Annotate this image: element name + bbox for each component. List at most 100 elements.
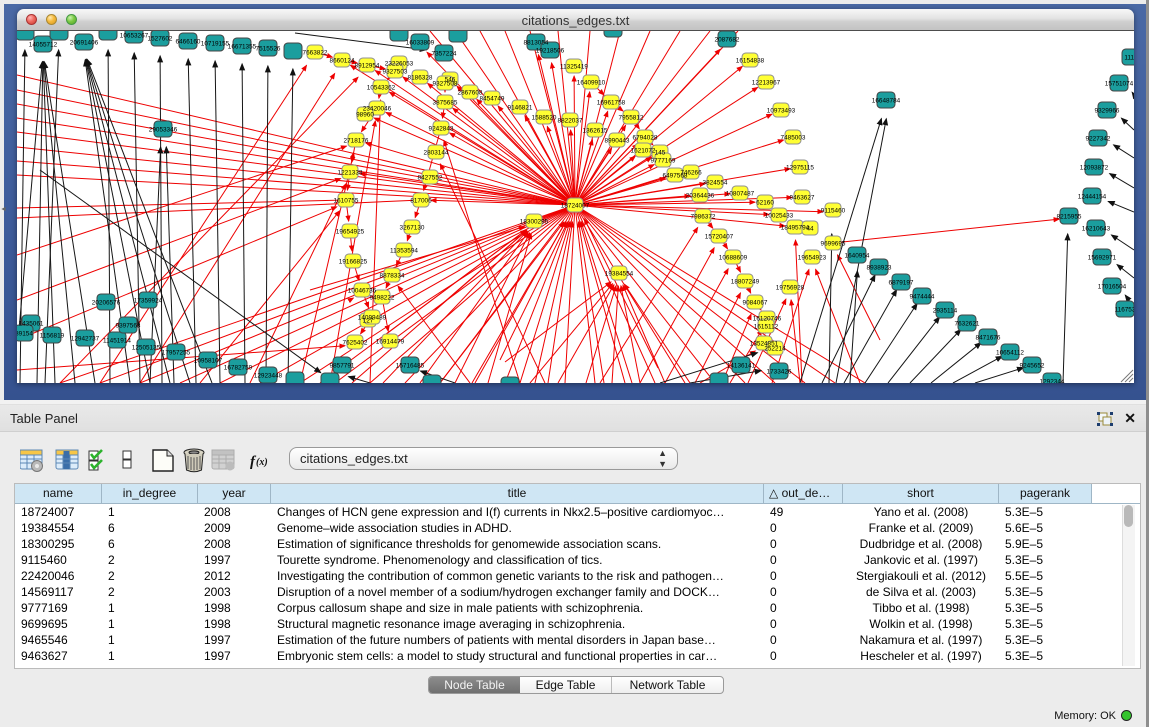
svg-text:3267130: 3267130 — [400, 225, 425, 232]
svg-text:16033809: 16033809 — [406, 40, 435, 47]
svg-text:16782759: 16782759 — [224, 365, 253, 372]
svg-text:9242843: 9242843 — [429, 126, 454, 133]
svg-text:17957255: 17957255 — [162, 350, 191, 357]
svg-text:19654925: 19654925 — [336, 229, 365, 236]
svg-text:9084067: 9084067 — [743, 300, 768, 307]
svg-text:14099489: 14099489 — [358, 315, 387, 322]
svg-text:8878334: 8878334 — [380, 273, 405, 280]
svg-text:20364436: 20364436 — [686, 193, 715, 200]
svg-text:7625402: 7625402 — [343, 340, 368, 347]
svg-text:7632621: 7632621 — [955, 321, 980, 328]
svg-text:2087682: 2087682 — [715, 37, 740, 44]
svg-text:7663822: 7663822 — [303, 50, 328, 57]
svg-text:19384554: 19384554 — [605, 271, 634, 278]
svg-text:18300295: 18300295 — [520, 219, 549, 226]
svg-text:19166825: 19166825 — [339, 259, 368, 266]
svg-text:145: 145 — [655, 150, 666, 157]
svg-text:12505135: 12505135 — [132, 345, 161, 352]
svg-text:16961758: 16961758 — [597, 100, 626, 107]
svg-text:9146821: 9146821 — [508, 105, 533, 112]
svg-text:7485003: 7485003 — [781, 135, 806, 142]
svg-text:14136141: 14136141 — [727, 363, 756, 370]
svg-text:44: 44 — [806, 226, 814, 233]
svg-text:1117: 1117 — [1124, 55, 1134, 62]
svg-text:8215955: 8215955 — [1057, 214, 1082, 221]
svg-text:9245652: 9245652 — [1020, 363, 1045, 370]
svg-text:2803144: 2803144 — [424, 150, 449, 157]
svg-text:16648784: 16648784 — [872, 98, 901, 105]
svg-text:1156819: 1156819 — [40, 333, 65, 340]
svg-text:7515526: 7515526 — [256, 46, 281, 53]
svg-text:18495794: 18495794 — [781, 225, 810, 232]
svg-text:11325419: 11325419 — [560, 64, 588, 71]
svg-text:18724007: 18724007 — [561, 203, 590, 210]
svg-text:1292344: 1292344 — [1040, 379, 1065, 384]
svg-text:16154838: 16154838 — [736, 58, 765, 65]
svg-text:15751074: 15751074 — [1105, 81, 1134, 88]
svg-text:10046736: 10046736 — [348, 288, 377, 295]
svg-text:10688609: 10688609 — [719, 255, 748, 262]
svg-text:252214: 252214 — [764, 346, 786, 353]
svg-text:15716485: 15716485 — [396, 363, 425, 370]
svg-text:9498222: 9498222 — [370, 295, 395, 302]
svg-text:1221338: 1221338 — [338, 170, 363, 177]
svg-text:(x): (x) — [256, 457, 268, 468]
svg-text:9777169: 9777169 — [651, 158, 676, 165]
svg-text:1621072: 1621072 — [631, 148, 656, 155]
svg-text:10654112: 10654112 — [996, 350, 1024, 357]
svg-text:16914479: 16914479 — [376, 339, 405, 346]
svg-text:12942737: 12942737 — [71, 336, 100, 343]
svg-text:7357224: 7357224 — [432, 51, 457, 58]
svg-text:8822037: 8822037 — [558, 118, 583, 125]
svg-text:10543362: 10543362 — [367, 85, 396, 92]
svg-text:9227342: 9227342 — [1086, 136, 1111, 143]
svg-text:116753: 116753 — [1115, 307, 1134, 314]
svg-text:9397568: 9397568 — [116, 323, 141, 330]
svg-text:29053346: 29053346 — [149, 127, 178, 134]
svg-text:8813054: 8813054 — [524, 40, 549, 47]
svg-text:8471676: 8471676 — [976, 335, 1001, 342]
svg-text:12093872: 12093872 — [1080, 165, 1109, 172]
svg-text:10653267: 10653267 — [120, 33, 149, 40]
svg-text:8427552: 8427552 — [418, 175, 443, 182]
svg-text:10807487: 10807487 — [726, 191, 755, 198]
svg-text:8990443: 8990443 — [605, 138, 630, 145]
svg-text:6497568: 6497568 — [663, 173, 688, 180]
svg-text:2718176: 2718176 — [344, 138, 369, 145]
svg-text:9115460: 9115460 — [821, 208, 846, 215]
svg-text:98960: 98960 — [356, 112, 374, 119]
svg-text:9857791: 9857791 — [330, 363, 355, 370]
svg-text:1527602: 1527602 — [148, 36, 173, 43]
svg-text:19218506: 19218506 — [536, 48, 565, 55]
svg-text:9329966: 9329966 — [1095, 108, 1120, 115]
svg-text:8912954: 8912954 — [355, 63, 380, 70]
svg-text:3824554: 3824554 — [703, 180, 728, 187]
svg-text:17359924: 17359924 — [134, 298, 163, 305]
svg-text:7955812: 7955812 — [619, 115, 644, 122]
svg-text:8186328: 8186328 — [408, 75, 433, 82]
svg-text:9474444: 9474444 — [910, 294, 935, 301]
svg-text:19654923: 19654923 — [798, 255, 827, 262]
svg-text:18807249: 18807249 — [731, 279, 760, 286]
svg-text:12923448: 12923448 — [254, 373, 283, 380]
svg-text:1588520: 1588520 — [532, 115, 557, 122]
svg-text:39154: 39154 — [17, 331, 33, 338]
svg-text:16409910: 16409910 — [577, 80, 606, 87]
svg-text:23226053: 23226053 — [385, 61, 414, 68]
svg-text:1733426: 1733426 — [767, 369, 792, 376]
svg-text:15692971: 15692971 — [1088, 255, 1117, 262]
svg-text:3875685: 3875685 — [433, 100, 458, 107]
svg-text:16210643: 16210643 — [1082, 226, 1111, 233]
svg-text:20206576: 20206576 — [92, 300, 121, 307]
svg-text:10719155: 10719155 — [201, 41, 230, 48]
svg-text:7986372: 7986372 — [691, 214, 716, 221]
svg-text:2935114: 2935114 — [933, 308, 958, 315]
svg-text:8454749: 8454749 — [480, 96, 505, 103]
svg-text:14055712: 14055712 — [29, 42, 58, 49]
svg-text:9699695: 9699695 — [821, 241, 846, 248]
svg-text:6794028: 6794028 — [633, 135, 658, 142]
svg-text:1362615: 1362615 — [583, 128, 608, 135]
svg-text:19756928: 19756928 — [776, 285, 805, 292]
svg-text:6466160: 6466160 — [176, 39, 201, 46]
svg-text:1640954: 1640954 — [845, 253, 870, 260]
